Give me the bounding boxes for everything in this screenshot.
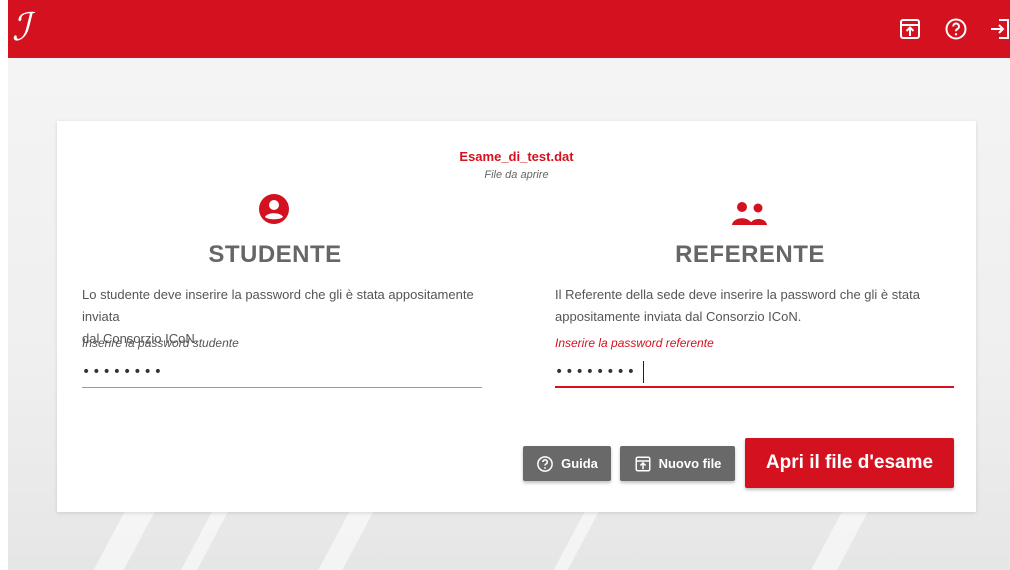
app-logo: ℐ [12, 5, 30, 49]
upload-file-icon[interactable] [898, 17, 922, 41]
open-exam-file-button[interactable]: Apri il file d'esame [745, 438, 954, 488]
text-caret [643, 361, 644, 383]
guide-button-label: Guida [561, 456, 598, 471]
logout-icon[interactable] [988, 17, 1010, 41]
help-icon[interactable] [944, 17, 968, 41]
new-file-button-label: Nuovo file [658, 456, 722, 471]
top-app-bar: ℐ [8, 0, 1010, 58]
upload-file-icon [635, 456, 651, 471]
student-user-icon [259, 194, 289, 224]
student-password-input[interactable] [82, 359, 482, 385]
referent-password-label: Inserire la password referente [555, 336, 714, 350]
referent-description: Il Referente della sede deve inserire la… [555, 287, 920, 324]
student-password-underline [82, 387, 482, 388]
referent-title: REFERENTE [675, 241, 825, 268]
window-left-edge [0, 0, 8, 570]
student-password-label: Inserire la password studente [82, 336, 239, 350]
referent-password-underline [555, 386, 954, 388]
student-title: STUDENTE [208, 241, 342, 268]
guide-button[interactable]: Guida [523, 446, 611, 481]
referent-group-icon [732, 202, 767, 225]
help-icon [537, 455, 553, 472]
file-caption: File da aprire [484, 169, 549, 181]
referent-password-input[interactable] [555, 359, 954, 385]
file-name: Esame_di_test.dat [459, 149, 574, 164]
new-file-button[interactable]: Nuovo file [620, 446, 735, 481]
open-exam-card: Esame_di_test.dat File da aprire STUDENT… [57, 121, 976, 512]
